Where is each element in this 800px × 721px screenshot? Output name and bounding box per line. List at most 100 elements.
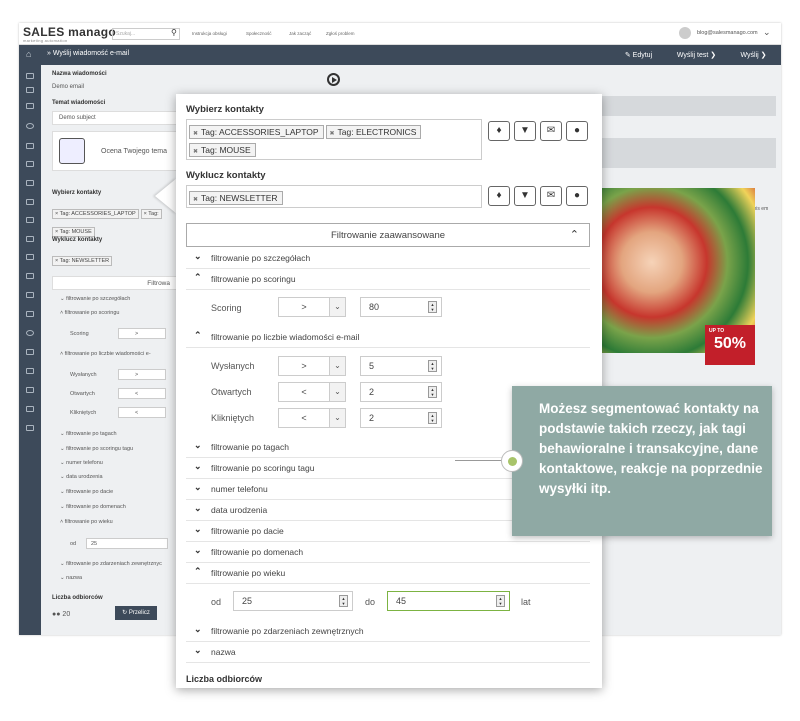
search-input[interactable]: Szukaj... xyxy=(112,28,180,40)
chat-icon[interactable] xyxy=(26,199,34,205)
age-from-label: od xyxy=(211,597,222,607)
clicked-operator-select[interactable]: < ⌄ xyxy=(278,408,346,428)
filter-row[interactable]: ⌄ filtrowanie po zdarzeniach zewnętrznyc xyxy=(60,561,162,567)
filter-row[interactable]: ⌄ filtrowanie po szczegółach xyxy=(60,296,130,302)
age-to-input[interactable]: 45 ▲ ▼ xyxy=(387,591,510,611)
envelope-icon[interactable]: ✉ xyxy=(540,186,562,206)
sent-value-input[interactable]: 5 ▲ ▼ xyxy=(360,356,442,376)
filter-row[interactable]: ˄ filtrowanie po wieku xyxy=(60,519,113,525)
sent-operator-select[interactable]: > ⌄ xyxy=(278,356,346,376)
filter-row-domains[interactable]: ⌄ filtrowanie po domenach xyxy=(186,542,590,563)
filter-row-scoring[interactable]: ⌃ filtrowanie po scoringu xyxy=(186,269,590,290)
filter-row-name[interactable]: ⌄ nazwa xyxy=(186,642,590,663)
top-link-community[interactable]: Społeczność xyxy=(246,31,272,36)
monitor-icon[interactable] xyxy=(26,217,34,223)
tag-chip[interactable]: × Tag: MOUSE xyxy=(52,227,95,237)
sidebar-icon[interactable] xyxy=(26,143,34,149)
copy-icon[interactable] xyxy=(26,387,34,393)
send-button[interactable]: Wyślij ❯ xyxy=(731,47,776,64)
tag-chip[interactable]: ✖ Tag: ACCESSORIES_LAPTOP xyxy=(189,125,324,139)
advanced-filtering-toggle[interactable]: Filtrowanie zaawansowane ⌃ xyxy=(186,223,590,247)
users-icon[interactable]: ● xyxy=(566,121,588,141)
top-link-manual[interactable]: Instrukcja obsługi xyxy=(192,31,227,36)
filter-row[interactable]: ⌄ nazwa xyxy=(60,575,82,581)
chevron-down-icon[interactable]: ⌄ xyxy=(763,27,771,38)
opened-operator-select[interactable]: < ⌄ xyxy=(278,382,346,402)
opened-value-input[interactable]: 2 ▲ ▼ xyxy=(360,382,442,402)
filter-row[interactable]: ˄ filtrowanie po scoringu xyxy=(60,310,119,316)
send-test-button[interactable]: Wyślij test ❯ xyxy=(670,47,723,64)
toolbar-strip xyxy=(600,96,776,116)
calendar-icon[interactable] xyxy=(26,349,34,355)
grid-icon[interactable] xyxy=(26,292,34,298)
tag-chip[interactable]: ✖ Tag: NEWSLETTER xyxy=(189,191,283,205)
opened-operator[interactable]: < xyxy=(118,388,166,399)
user-add-icon[interactable] xyxy=(26,180,34,186)
list-icon[interactable] xyxy=(26,368,34,374)
filter-row[interactable]: ⌄ filtrowanie po tagach xyxy=(60,431,117,437)
sliders-icon[interactable] xyxy=(26,425,34,431)
top-link-start[interactable]: Jak zacząć xyxy=(289,31,311,36)
play-icon[interactable] xyxy=(327,73,340,86)
wrench-icon[interactable] xyxy=(26,406,34,412)
filter-row[interactable]: ⌄ filtrowanie po scoringu tagu xyxy=(60,446,133,452)
exclude-contacts-input[interactable]: ✖ Tag: NEWSLETTER xyxy=(186,185,482,208)
phone-icon[interactable] xyxy=(26,161,34,167)
envelope-icon[interactable]: ✉ xyxy=(540,121,562,141)
tag-chip[interactable]: ✖ Tag: ELECTRONICS xyxy=(325,125,422,139)
help-icon[interactable] xyxy=(26,330,34,336)
breadcrumb: » Wyślij wiadomość e-mail xyxy=(47,50,130,57)
spinner-icon[interactable]: ▲ ▼ xyxy=(428,412,437,424)
scoring-operator-select[interactable]: > ⌄ xyxy=(278,297,346,317)
avatar[interactable] xyxy=(679,27,691,39)
select-contacts-input[interactable]: ✖ Tag: ACCESSORIES_LAPTOP ✖ Tag: ELECTRONIC… xyxy=(186,119,482,160)
users-icon[interactable]: ● xyxy=(566,186,588,206)
spinner-icon[interactable]: ▲ ▼ xyxy=(428,386,437,398)
exclude-contacts-title: Wyklucz kontakty xyxy=(186,170,266,181)
tag-chip[interactable]: × Tag: ACCESSORIES_LAPTOP xyxy=(52,209,139,219)
chart-icon[interactable] xyxy=(26,311,34,317)
sidebar-icon[interactable] xyxy=(26,103,34,109)
filter-icon[interactable]: ▼ xyxy=(514,186,536,206)
filter-row-age[interactable]: ⌃ filtrowanie po wieku xyxy=(186,563,590,584)
user-email[interactable]: blog@salesmanago.com xyxy=(697,30,758,36)
refresh-button[interactable]: ↻ Przelicz xyxy=(115,606,157,620)
cogs-icon[interactable] xyxy=(26,273,34,279)
sidebar-icon[interactable] xyxy=(26,73,34,79)
sent-operator[interactable]: > xyxy=(118,369,166,380)
filter-row[interactable]: ⌄ data urodzenia xyxy=(60,474,103,480)
spinner-icon[interactable]: ▲ ▼ xyxy=(496,595,505,607)
top-link-report[interactable]: Zgłoś problem xyxy=(326,31,355,36)
scoring-label: Scoring xyxy=(211,303,242,313)
filter-row-external-events[interactable]: ⌄ filtrowanie po zdarzeniach zewnętrznych xyxy=(186,621,590,642)
tag-chip[interactable]: × Tag: NEWSLETTER xyxy=(52,256,113,266)
tag-chip[interactable]: ✖ Tag: MOUSE xyxy=(189,143,256,157)
filter-row[interactable]: ⌄ filtrowanie po domenach xyxy=(60,504,126,510)
filter-row-email-count[interactable]: ⌃ filtrowanie po liczbie wiadomości e-mai… xyxy=(186,327,590,348)
search-icon[interactable]: ⚲ xyxy=(171,28,177,37)
scoring-operator[interactable]: > xyxy=(118,328,166,339)
spinner-icon[interactable]: ▲ ▼ xyxy=(339,595,348,607)
tag-icon[interactable]: ♦ xyxy=(488,186,510,206)
spinner-icon[interactable]: ▲ ▼ xyxy=(428,360,437,372)
clicked-operator[interactable]: < xyxy=(118,407,166,418)
filter-row[interactable]: ⌄ filtrowanie po dacie xyxy=(60,489,113,495)
filter-icon[interactable]: ▼ xyxy=(514,121,536,141)
sidebar-icon[interactable] xyxy=(26,87,34,93)
filter-button[interactable]: Filtrowa xyxy=(52,276,177,290)
age-from-field[interactable]: 25 xyxy=(86,538,168,549)
filter-row[interactable]: ˄ filtrowanie po liczbie wiadomości e- xyxy=(60,351,151,357)
spinner-icon[interactable]: ▲ ▼ xyxy=(428,301,437,313)
clicked-value-input[interactable]: 2 ▲ ▼ xyxy=(360,408,442,428)
home-icon[interactable]: ⌂ xyxy=(26,49,31,59)
filter-row[interactable]: ⌄ numer telefonu xyxy=(60,460,103,466)
subject-field[interactable]: Demo subject xyxy=(52,111,177,125)
filter-row-details[interactable]: ⌄ filtrowanie po szczegółach xyxy=(186,248,590,269)
megaphone-icon[interactable] xyxy=(26,236,34,242)
users-icon[interactable] xyxy=(26,254,34,260)
settings-icon[interactable] xyxy=(26,123,34,129)
tag-icon[interactable]: ♦ xyxy=(488,121,510,141)
edit-button[interactable]: ✎ Edytuj xyxy=(612,47,665,64)
age-from-input[interactable]: 25 ▲ ▼ xyxy=(233,591,353,611)
scoring-value-input[interactable]: 80 ▲ ▼ xyxy=(360,297,442,317)
